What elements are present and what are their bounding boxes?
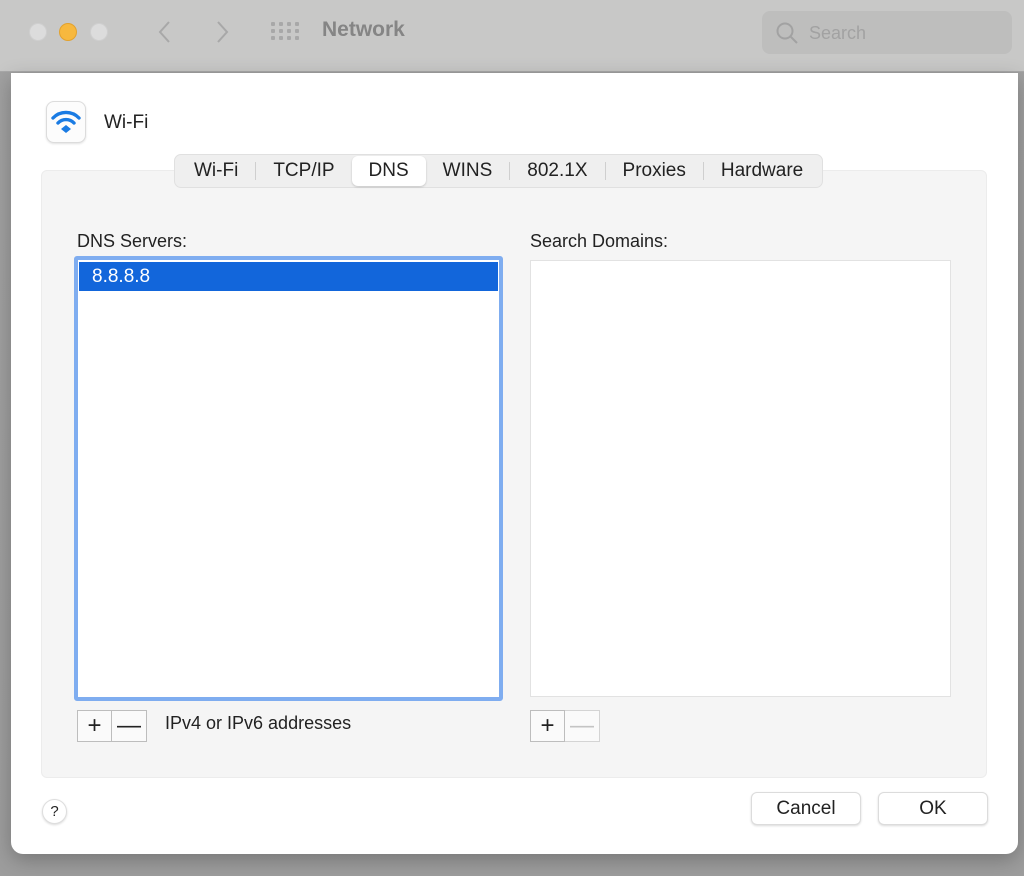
window-title: Network — [322, 18, 405, 41]
title-bar: Network Search — [0, 0, 1024, 72]
remove-dns-server-button[interactable]: — — [112, 710, 147, 742]
search-field[interactable]: Search — [762, 11, 1012, 54]
dns-servers-controls: + — — [77, 710, 147, 742]
tab-wifi[interactable]: Wi-Fi — [177, 156, 255, 186]
dns-servers-list[interactable]: 8.8.8.8 — [74, 256, 503, 701]
network-settings-sheet: Wi-Fi Wi-Fi TCP/IP DNS WINS 802.1X Proxi… — [11, 73, 1018, 854]
add-dns-server-button[interactable]: + — [77, 710, 112, 742]
close-window-button[interactable] — [29, 23, 47, 41]
tab-wins[interactable]: WINS — [426, 156, 510, 186]
ok-button[interactable]: OK — [878, 792, 988, 825]
maximize-window-button[interactable] — [90, 23, 108, 41]
wifi-service-icon — [46, 101, 86, 143]
tab-dns[interactable]: DNS — [351, 156, 426, 186]
help-button[interactable]: ? — [42, 799, 67, 824]
tab-hardware[interactable]: Hardware — [704, 156, 820, 186]
search-placeholder: Search — [809, 23, 867, 43]
tab-bar: Wi-Fi TCP/IP DNS WINS 802.1X Proxies Har… — [174, 154, 824, 188]
forward-button[interactable] — [210, 16, 234, 48]
search-domains-list[interactable] — [530, 260, 951, 697]
search-icon — [776, 22, 798, 44]
search-domains-controls: + — — [530, 710, 600, 742]
chevron-right-icon — [217, 21, 229, 43]
minimize-window-button[interactable] — [59, 23, 77, 41]
dns-servers-label: DNS Servers: — [77, 231, 188, 251]
dns-hint: IPv4 or IPv6 addresses — [165, 713, 352, 733]
tab-tcpip[interactable]: TCP/IP — [256, 156, 351, 186]
add-search-domain-button[interactable]: + — [530, 710, 565, 742]
list-item[interactable]: 8.8.8.8 — [79, 262, 498, 291]
remove-search-domain-button[interactable]: — — [565, 710, 600, 742]
chevron-left-icon — [158, 21, 170, 43]
back-button[interactable] — [153, 16, 177, 48]
tab-proxies[interactable]: Proxies — [606, 156, 703, 186]
cancel-button[interactable]: Cancel — [751, 792, 861, 825]
wifi-icon — [51, 110, 81, 133]
search-domains-label: Search Domains: — [530, 231, 669, 251]
grid-icon[interactable] — [271, 22, 299, 42]
service-title: Wi-Fi — [104, 112, 149, 133]
tab-8021x[interactable]: 802.1X — [510, 156, 604, 186]
